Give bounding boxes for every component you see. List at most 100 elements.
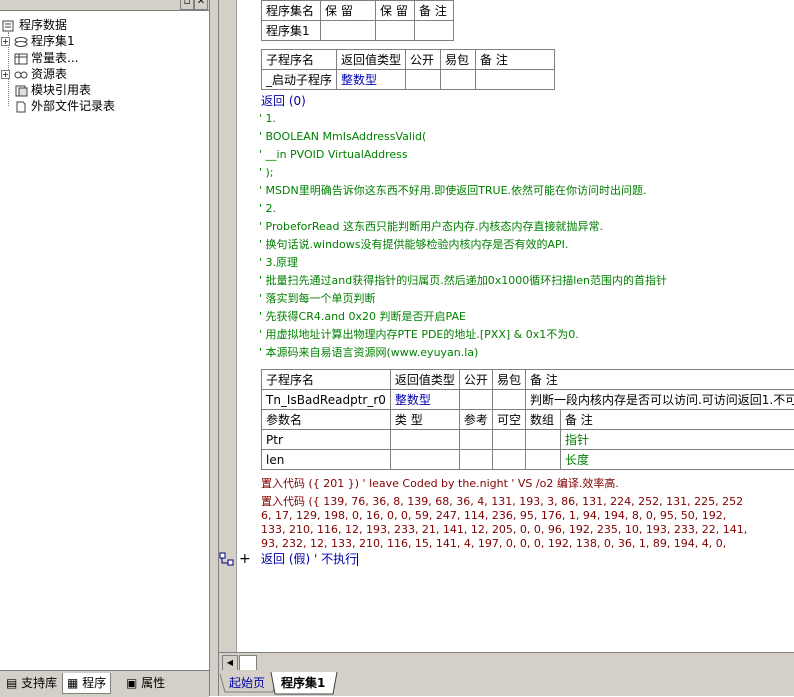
comment-line[interactable]: ' __in PVOID VirtualAddress	[259, 146, 408, 164]
final-return-text: 返回 (假) ' 不执行	[261, 552, 358, 566]
comment-line[interactable]: ' 3.原理	[259, 254, 298, 272]
param-name-cell[interactable]: len	[261, 449, 391, 470]
cell[interactable]	[320, 20, 376, 41]
panel-titlebar: ▫ ✕	[0, 0, 209, 11]
header-cell: 可空	[491, 409, 526, 430]
header-cell: 公开	[458, 369, 493, 390]
tab-program[interactable]: ▦ 程序	[62, 673, 112, 694]
data-root-icon	[2, 20, 16, 32]
panel-splitter[interactable]	[210, 0, 219, 696]
tree-item-external-files[interactable]: 外部文件记录表	[14, 98, 115, 114]
tree-item-module-refs[interactable]: 模块引用表	[14, 82, 91, 98]
header-cell: 参数名	[261, 409, 391, 430]
tree-item-program-set[interactable]: 程序集1	[14, 33, 75, 49]
expand-line-icon[interactable]: +	[239, 551, 251, 567]
header-cell: 程序集名	[261, 0, 321, 21]
tree-item-label: 程序集1	[31, 34, 75, 48]
cell[interactable]	[405, 69, 442, 90]
assembly-name-cell[interactable]: 程序集1	[261, 20, 321, 41]
subroutine-table-isbadreadptr: 子程序名 返回值类型 公开 易包 备 注 Tn_IsBadReadptr_r0 …	[261, 369, 794, 470]
flow-marker-icon[interactable]	[219, 551, 235, 567]
remark-cell[interactable]: 判断一段内核内存是否可以访问.可访问返回1.不可	[524, 389, 794, 410]
param-remark-cell[interactable]: 指针	[559, 429, 794, 450]
cell[interactable]	[458, 389, 493, 410]
comment-line[interactable]: ' BOOLEAN MmIsAddressValid(	[259, 128, 426, 146]
text-caret	[357, 553, 359, 566]
cell[interactable]	[475, 69, 556, 90]
return-type-cell[interactable]: 整数型	[389, 389, 460, 410]
tab-label: 属性	[141, 676, 166, 690]
resource-table-icon	[14, 69, 28, 81]
comment-line[interactable]: ' 用虚拟地址计算出物理内存PTE PDE的地址.[PXX] & 0x1不为0.	[259, 326, 579, 344]
comment-line[interactable]: ' 先获得CR4.and 0x20 判断是否开启PAE	[259, 308, 466, 326]
tab-start-page[interactable]: 起始页	[219, 673, 275, 693]
code-line-continuation[interactable]: 133, 210, 116, 12, 193, 233, 21, 141, 12…	[261, 523, 747, 537]
return-type-cell[interactable]: 整数型	[336, 69, 407, 90]
return-statement[interactable]: 返回 (0)	[261, 92, 306, 110]
cell[interactable]	[524, 429, 561, 450]
header-cell: 数组	[524, 409, 561, 430]
document-tabs: 起始页 程序集1	[219, 670, 794, 696]
final-return-line[interactable]: 返回 (假) ' 不执行	[261, 551, 359, 567]
module-ref-icon	[14, 85, 28, 97]
comment-line[interactable]: ' );	[259, 164, 274, 182]
header-cell: 易包	[491, 369, 526, 390]
header-cell: 备 注	[414, 0, 454, 21]
scroll-thumb[interactable]	[239, 655, 257, 671]
tab-label: 程序集1	[281, 676, 326, 690]
header-cell: 类 型	[389, 409, 460, 430]
cell[interactable]	[491, 389, 526, 410]
header-cell: 易包	[440, 49, 477, 70]
code-line-inline-asm[interactable]: 置入代码 ({ 139, 76, 36, 8, 139, 68, 36, 4, …	[261, 495, 743, 509]
code-line-continuation[interactable]: 93, 232, 12, 133, 210, 116, 15, 141, 4, …	[261, 537, 726, 551]
tree-root[interactable]: 程序数据	[2, 17, 67, 33]
comment-line[interactable]: ' 落实到每一个单页判断	[259, 290, 376, 308]
subroutine-name-cell[interactable]: _启动子程序	[260, 69, 338, 90]
header-cell: 保 留	[375, 0, 415, 21]
expand-resources-icon[interactable]: +	[1, 70, 10, 79]
comment-line[interactable]: ' 2.	[259, 200, 276, 218]
header-cell: 备 注	[559, 409, 794, 430]
code-editor[interactable]: 程序集名 保 留 保 留 备 注 程序集1 子程序名 返回值类型 公开 易包 备…	[219, 0, 794, 652]
cell[interactable]	[491, 449, 526, 470]
header-cell: 返回值类型	[336, 49, 407, 70]
header-cell: 备 注	[524, 369, 794, 390]
subroutine-name-cell[interactable]: Tn_IsBadReadptr_r0	[261, 389, 391, 410]
cell[interactable]	[458, 449, 493, 470]
comment-line[interactable]: ' 1.	[259, 110, 276, 128]
cell[interactable]	[389, 429, 460, 450]
header-cell: 公开	[405, 49, 442, 70]
tree-item-constants[interactable]: 常量表...	[14, 50, 78, 66]
tree-root-label: 程序数据	[19, 18, 68, 32]
cell[interactable]	[491, 429, 526, 450]
tab-label: 起始页	[229, 676, 266, 690]
param-remark-cell[interactable]: 长度	[559, 449, 794, 470]
comment-line[interactable]: ' 换句话说.windows没有提供能够检验内核内存是否有效的API.	[259, 236, 568, 254]
horizontal-scrollbar[interactable]: ◀	[219, 652, 794, 671]
project-tree-panel: ▫ ✕ 程序数据 + 程序集1 常量表... + 资源表 模块引用表 外部文件记…	[0, 0, 210, 697]
code-line-inline-asm[interactable]: 置入代码 ({ 201 }) ' leave Coded by the.nigh…	[261, 477, 619, 491]
cell[interactable]	[389, 449, 460, 470]
restore-icon[interactable]: ▫	[180, 0, 194, 10]
close-icon[interactable]: ✕	[194, 0, 208, 10]
cell[interactable]	[375, 20, 415, 41]
comment-line[interactable]: ' MSDN里明确告诉你这东西不好用.即使返回TRUE.依然可能在你访问时出问题…	[259, 182, 647, 200]
cell[interactable]	[414, 20, 454, 41]
header-cell: 保 留	[320, 0, 376, 21]
cell[interactable]	[458, 429, 493, 450]
expand-program-set-icon[interactable]: +	[1, 37, 10, 46]
comment-line[interactable]: ' ProbeforRead 这东西只能判断用户态内存.内核态内存直接就抛异常.	[259, 218, 603, 236]
comment-line[interactable]: ' 本源码来自易语言资源网(www.eyuyan.la)	[259, 344, 478, 362]
tree-item-resources[interactable]: 资源表	[14, 66, 67, 82]
tab-support-library[interactable]: ▤ 支持库	[2, 673, 61, 693]
cell[interactable]	[524, 449, 561, 470]
param-name-cell[interactable]: Ptr	[261, 429, 391, 450]
tree-item-label: 外部文件记录表	[31, 99, 116, 113]
comment-line[interactable]: ' 批量扫先通过and获得指针的归属页.然后递加0x1000循环扫描len范围内…	[259, 272, 667, 290]
cell[interactable]	[440, 69, 477, 90]
scroll-left-icon[interactable]: ◀	[222, 655, 238, 671]
tab-properties[interactable]: ▣ 属性	[122, 673, 169, 693]
code-line-continuation[interactable]: 6, 17, 129, 198, 0, 16, 0, 0, 59, 247, 1…	[261, 509, 726, 523]
tab-program-set-1[interactable]: 程序集1	[271, 673, 335, 693]
left-panel-tabs: ▤ 支持库 ▦ 程序 ▣ 属性	[0, 670, 209, 697]
